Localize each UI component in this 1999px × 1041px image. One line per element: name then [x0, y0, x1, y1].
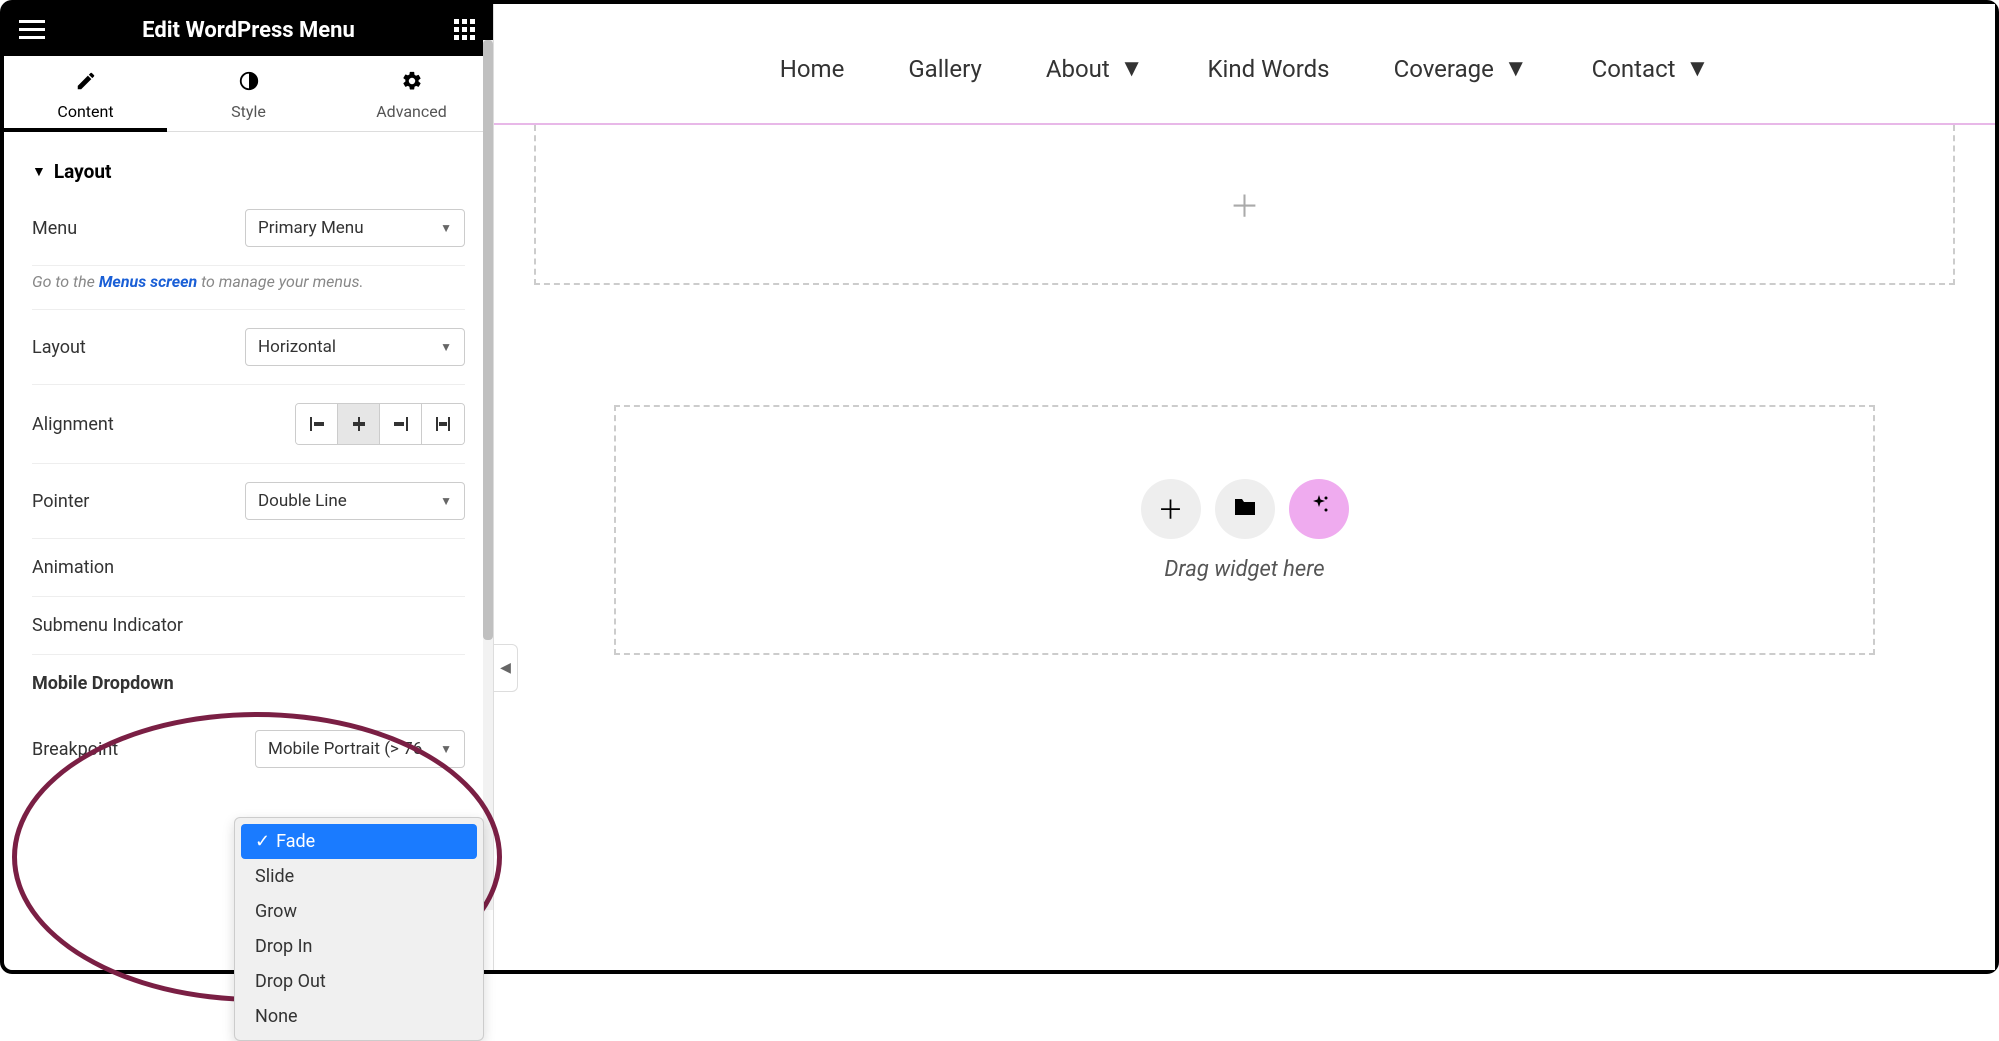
panel-content: ▼ Layout Menu Primary Menu ▼ Go to the M… — [4, 132, 493, 786]
caret-down-icon: ▼ — [440, 494, 452, 508]
sidebar-title: Edit WordPress Menu — [46, 18, 451, 43]
dropdown-item-dropin[interactable]: Drop In — [241, 929, 477, 964]
plus-icon: ＋ — [1157, 490, 1183, 527]
layout-select[interactable]: Horizontal ▼ — [245, 328, 465, 366]
folder-icon — [1233, 494, 1257, 524]
widget-drop-zone[interactable]: ＋ Drag widget here — [614, 405, 1875, 655]
caret-down-icon: ▼ — [440, 742, 452, 756]
control-label: Alignment — [32, 414, 114, 435]
dropdown-item-slide[interactable]: Slide — [241, 859, 477, 894]
tab-label: Content — [57, 102, 113, 121]
hamburger-icon[interactable] — [18, 16, 46, 44]
breakpoint-select[interactable]: Mobile Portrait (> 76 ▼ — [255, 730, 465, 768]
tab-style[interactable]: Style — [167, 56, 330, 131]
control-submenu-indicator: Submenu Indicator — [32, 597, 465, 655]
animation-dropdown: ✓Fade Slide Grow Drop In Drop Out None — [234, 817, 484, 1041]
control-animation: Animation — [32, 539, 465, 597]
align-right-button[interactable] — [380, 404, 422, 444]
preview-canvas: ◀ Home Gallery About ▼ Kind Words Covera… — [494, 4, 1995, 970]
caret-down-icon: ▼ — [32, 163, 46, 180]
caret-down-icon: ▼ — [1686, 54, 1710, 83]
sparkle-icon — [1307, 493, 1331, 524]
dropdown-item-none[interactable]: None — [241, 999, 477, 1034]
section-layout-header[interactable]: ▼ Layout — [32, 132, 465, 191]
control-label: Pointer — [32, 491, 89, 512]
nav-item-coverage[interactable]: Coverage ▼ — [1394, 54, 1528, 83]
add-section-zone[interactable]: ＋ — [534, 125, 1955, 285]
menu-hint: Go to the Menus screen to manage your me… — [32, 266, 465, 310]
sidebar-header: Edit WordPress Menu — [4, 4, 493, 56]
plus-icon: ＋ — [1230, 182, 1260, 226]
alignment-segmented — [295, 403, 465, 445]
align-left-button[interactable] — [296, 404, 338, 444]
add-widget-button[interactable]: ＋ — [1141, 479, 1201, 539]
tab-label: Style — [231, 102, 266, 121]
caret-down-icon: ▼ — [440, 340, 452, 354]
control-mobile-dropdown: Mobile Dropdown — [32, 655, 465, 712]
align-center-button[interactable] — [338, 404, 380, 444]
editor-tabs: Content Style Advanced — [4, 56, 493, 132]
select-value: Horizontal — [258, 337, 336, 357]
dropdown-item-fade[interactable]: ✓Fade — [241, 824, 477, 859]
nav-item-gallery[interactable]: Gallery — [908, 55, 982, 83]
control-label: Mobile Dropdown — [32, 673, 174, 694]
control-label: Menu — [32, 218, 77, 239]
control-alignment: Alignment — [32, 385, 465, 464]
drop-zone-actions: ＋ — [1141, 479, 1349, 539]
dropdown-item-grow[interactable]: Grow — [241, 894, 477, 929]
select-value: Double Line — [258, 491, 347, 511]
menus-screen-link[interactable]: Menus screen — [99, 272, 197, 291]
control-menu: Menu Primary Menu ▼ — [32, 191, 465, 266]
control-breakpoint: Breakpoint Mobile Portrait (> 76 ▼ — [32, 712, 465, 786]
control-label: Breakpoint — [32, 739, 118, 760]
apps-grid-icon[interactable] — [451, 16, 479, 44]
caret-down-icon: ▼ — [440, 221, 452, 235]
caret-down-icon: ▼ — [1120, 54, 1144, 83]
caret-down-icon: ▼ — [1504, 54, 1528, 83]
control-label: Animation — [32, 557, 114, 578]
menu-select[interactable]: Primary Menu ▼ — [245, 209, 465, 247]
folder-button[interactable] — [1215, 479, 1275, 539]
tab-label: Advanced — [376, 102, 447, 121]
editor-sidebar: Edit WordPress Menu Content S — [4, 4, 494, 970]
nav-item-kindwords[interactable]: Kind Words — [1207, 55, 1329, 83]
nav-item-home[interactable]: Home — [780, 55, 845, 83]
nav-item-about[interactable]: About ▼ — [1046, 54, 1144, 83]
collapse-sidebar-button[interactable]: ◀ — [494, 644, 518, 692]
select-value: Primary Menu — [258, 218, 364, 238]
control-layout: Layout Horizontal ▼ — [32, 310, 465, 385]
contrast-icon — [167, 70, 330, 98]
pencil-icon — [4, 70, 167, 98]
align-stretch-button[interactable] — [422, 404, 464, 444]
check-icon: ✓ — [255, 831, 270, 852]
pointer-select[interactable]: Double Line ▼ — [245, 482, 465, 520]
section-title: Layout — [54, 160, 112, 183]
tab-advanced[interactable]: Advanced — [330, 56, 493, 131]
gear-icon — [330, 70, 493, 98]
control-label: Layout — [32, 337, 86, 358]
drag-hint-text: Drag widget here — [1164, 557, 1324, 582]
control-label: Submenu Indicator — [32, 615, 183, 636]
select-value: Mobile Portrait (> 76 — [268, 739, 422, 759]
wordpress-menu-preview: Home Gallery About ▼ Kind Words Coverage… — [494, 4, 1995, 125]
nav-item-contact[interactable]: Contact ▼ — [1592, 54, 1710, 83]
ai-button[interactable] — [1289, 479, 1349, 539]
dropdown-item-dropout[interactable]: Drop Out — [241, 964, 477, 999]
control-pointer: Pointer Double Line ▼ — [32, 464, 465, 539]
tab-content[interactable]: Content — [4, 56, 167, 131]
